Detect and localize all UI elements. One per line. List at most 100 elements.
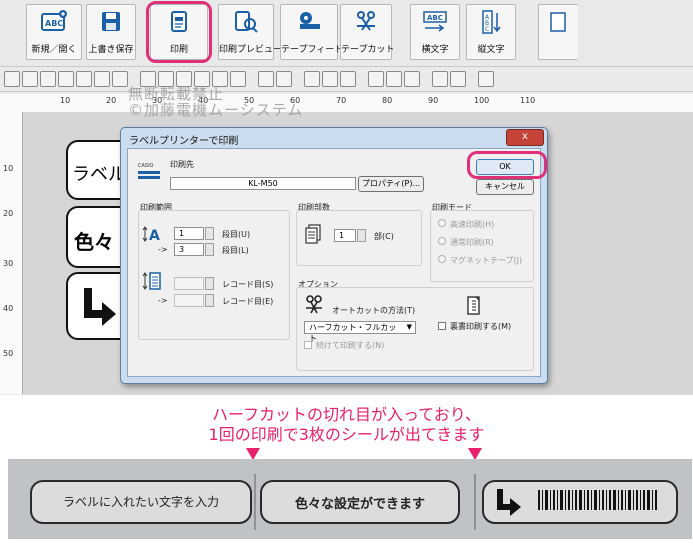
range-from-input[interactable]: 1 (174, 227, 204, 240)
label-cell-2-text: 色々 (74, 230, 114, 254)
tape-feed-icon (300, 12, 320, 29)
new-open-button[interactable]: ABC 新規／開く (26, 4, 82, 60)
center-v-icon[interactable] (230, 71, 246, 87)
tape-cut-label: テープカット (341, 45, 395, 55)
delete-icon[interactable] (76, 71, 92, 87)
record-to-spinner[interactable] (205, 294, 214, 307)
mirror-print-icon (467, 296, 480, 315)
sticker-1: ラベルに入れたい文字を入力 (30, 480, 252, 524)
distribute-icon[interactable] (258, 71, 274, 87)
caption-line-2: 1回の印刷で3枚のシールが出てきます (208, 425, 485, 444)
grid-icon[interactable] (478, 71, 494, 87)
printer-name-field[interactable]: KL-M50 (170, 177, 356, 190)
copies-spinner[interactable] (357, 229, 366, 242)
fill-icon[interactable] (368, 71, 384, 87)
barcode-icon (538, 490, 657, 510)
ruler-tick: 110 (520, 96, 536, 105)
copies-input[interactable]: 1 (334, 229, 356, 242)
dialog-body: CASIO 印刷先 KL-M50 プロパティ(P)... OK キャンセル 印刷… (127, 148, 541, 377)
mirror-print-checkbox[interactable] (438, 322, 446, 330)
record-to-input[interactable] (174, 294, 204, 307)
horizontal-ruler: 10 20 30 40 50 60 70 80 90 100 110 (22, 94, 693, 113)
arrow-icon (497, 489, 521, 516)
sticker-3 (482, 480, 678, 524)
paste-icon[interactable] (58, 71, 74, 87)
tape-cut-button[interactable]: テープカット (340, 4, 395, 60)
record-icon (142, 272, 161, 290)
vruler-tick: 20 (3, 209, 14, 218)
print-button-highlight (146, 1, 212, 63)
print-preview-icon (235, 11, 258, 33)
send-back-icon[interactable] (322, 71, 338, 87)
record-from-label: レコード目(S) (222, 280, 274, 289)
scissors-icon (357, 11, 375, 31)
printed-tape-photo: ラベルに入れたい文字を入力 色々な設定ができます (8, 459, 692, 539)
vruler-tick: 50 (3, 349, 14, 358)
copy-icon[interactable] (40, 71, 56, 87)
more-toolbar-button[interactable] (538, 4, 578, 60)
range-from-label: 段目(U) (222, 230, 251, 239)
ungroup-icon[interactable] (450, 71, 466, 87)
undo-icon[interactable] (4, 71, 20, 87)
vertical-text-label: 縦文字 (477, 45, 505, 55)
overwrite-save-label: 上書き保存 (88, 45, 134, 55)
mode-magnet-label: マグネットテープ(J) (450, 256, 523, 265)
record-from-input[interactable] (174, 277, 204, 290)
mode-fast-label: 高速印刷(H) (450, 220, 495, 229)
bring-front-icon[interactable] (304, 71, 320, 87)
dialog-title: ラベルプリンターで印刷 (129, 136, 239, 147)
vruler-tick: 10 (3, 164, 14, 173)
table-icon[interactable] (94, 71, 110, 87)
overwrite-save-button[interactable]: 上書き保存 (86, 4, 136, 60)
spacing-icon[interactable] (276, 71, 292, 87)
sticker-2-text: 色々な設定ができます (294, 497, 425, 512)
continuous-print-checkbox[interactable] (304, 341, 312, 349)
mode-magnet-radio[interactable] (438, 255, 446, 263)
redo-icon[interactable] (22, 71, 38, 87)
frame-icon[interactable] (112, 71, 128, 87)
order-icon[interactable] (340, 71, 356, 87)
casio-printer-icon: CASIO (138, 163, 162, 185)
ruler-tick: 20 (106, 96, 117, 105)
sticker-2: 色々な設定ができます (260, 480, 460, 524)
abc-new-icon: ABC (41, 10, 67, 31)
group-icon[interactable] (432, 71, 448, 87)
svg-text:ABC: ABC (45, 19, 63, 28)
record-from-spinner[interactable] (205, 277, 214, 290)
continuous-print-label: 続けて印刷する(N) (316, 341, 385, 350)
ruler-tick: 90 (428, 96, 439, 105)
label-app-window: ABC 新規／開く 上書き保存 印刷 印刷プレビュー テープフィード テープカッ… (0, 0, 693, 395)
tape-feed-label: テープフィード (281, 45, 344, 55)
watermark-text: 無断転載禁止 ©加藤電機ムーシステム (128, 85, 304, 119)
mode-normal-label: 通常印刷(R) (450, 238, 494, 247)
tape-feed-button[interactable]: テープフィード (280, 4, 344, 60)
svg-text:ABC: ABC (427, 14, 443, 22)
cancel-button[interactable]: キャンセル (476, 179, 534, 195)
ruler-tick: 10 (60, 96, 71, 105)
close-icon: x (522, 131, 528, 142)
close-button[interactable]: x (506, 129, 544, 146)
mode-fast-radio[interactable] (438, 219, 446, 227)
mode-normal-radio[interactable] (438, 237, 446, 245)
floppy-icon (102, 12, 120, 31)
outline-icon[interactable] (386, 71, 402, 87)
autocut-scissors-icon (306, 295, 322, 314)
print-preview-button[interactable]: 印刷プレビュー (218, 4, 283, 60)
range-to-spinner[interactable] (205, 243, 214, 256)
record-arrow: -> (158, 296, 168, 305)
chevron-down-icon: ▼ (406, 323, 412, 331)
ruler-tick: 100 (474, 96, 490, 105)
printer-label: 印刷先 (170, 160, 194, 169)
range-from-spinner[interactable] (205, 227, 214, 240)
properties-button[interactable]: プロパティ(P)... (358, 176, 424, 192)
vertical-text-button[interactable]: ABC 縦文字 (466, 4, 516, 60)
ok-button-highlight (467, 151, 547, 179)
print-preview-label: 印刷プレビュー (219, 45, 283, 55)
autocut-select[interactable]: ハーフカット・フルカット ▼ (304, 321, 416, 343)
sticker-1-text: ラベルに入れたい文字を入力 (62, 495, 219, 509)
vruler-tick: 40 (3, 304, 14, 313)
horizontal-text-button[interactable]: ABC 横文字 (410, 4, 460, 60)
shadow-icon[interactable] (404, 71, 420, 87)
copies-icon (305, 224, 321, 244)
range-to-input[interactable]: 3 (174, 243, 204, 256)
